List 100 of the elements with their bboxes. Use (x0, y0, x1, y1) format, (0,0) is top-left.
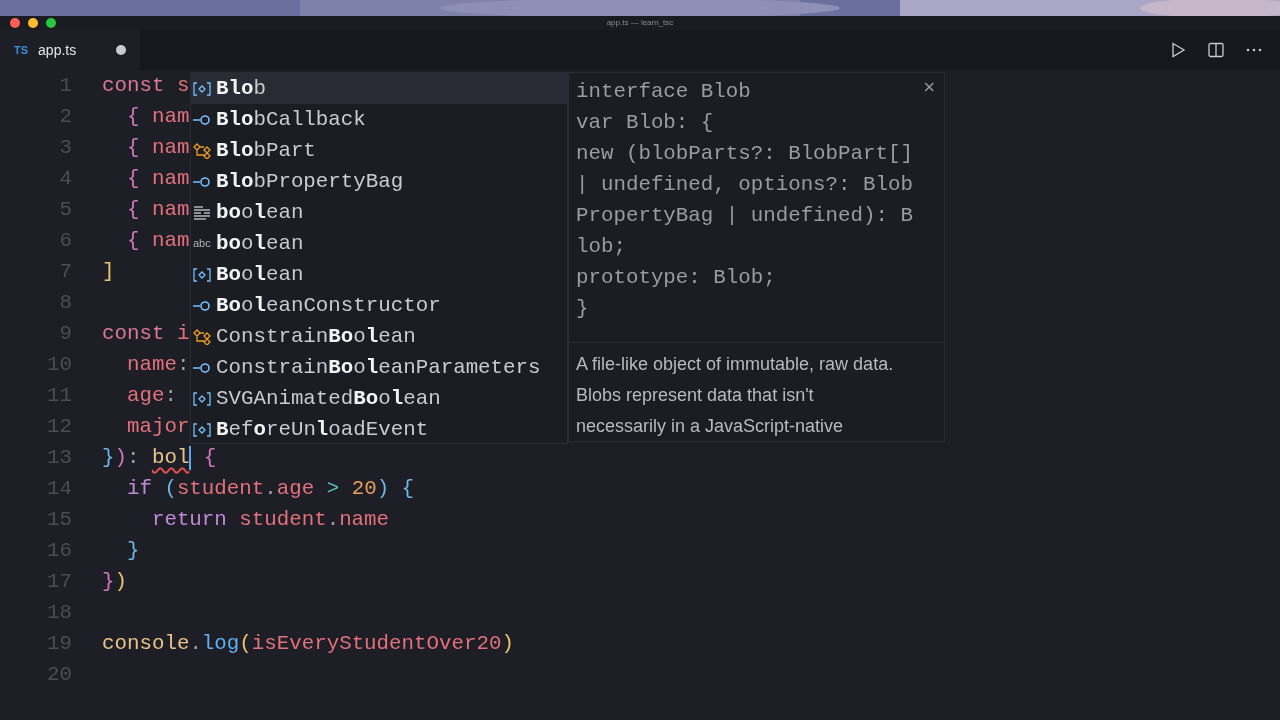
minimize-window-button[interactable] (28, 18, 38, 28)
code-token: { (125, 227, 140, 254)
suggestion-label: BlobCallback (216, 106, 366, 133)
code-token: log (201, 630, 240, 657)
code-token: nam (150, 165, 190, 192)
suggestion-label: ConstrainBoolean (216, 323, 416, 350)
suggestion-item[interactable]: BlobCallback (191, 104, 567, 135)
code-token: { (400, 475, 415, 502)
code-token: . (189, 630, 202, 657)
suggestion-label: ConstrainBooleanParameters (216, 354, 541, 381)
code-token: name (339, 506, 390, 533)
code-token: const (102, 72, 165, 99)
close-icon[interactable]: × (922, 75, 936, 99)
code-token: } (102, 568, 115, 595)
suggestion-item[interactable]: BlobPropertyBag (191, 166, 567, 197)
code-token: const (102, 320, 165, 347)
code-token: if (125, 475, 152, 502)
suggestion-item[interactable]: SVGAnimatedBoolean (191, 383, 567, 414)
zoom-window-button[interactable] (46, 18, 56, 28)
suggestion-item[interactable]: BooleanConstructor (191, 290, 567, 321)
suggestion-label: BeforeUnloadEvent (216, 416, 429, 443)
code-token: name (125, 351, 177, 378)
code-token: student (238, 506, 327, 533)
code-token: { (202, 444, 217, 471)
code-token: nam (150, 103, 190, 130)
code-token: bol (151, 444, 190, 471)
code-token: s (175, 72, 190, 99)
code-token: age (276, 475, 315, 502)
interface-icon (193, 300, 211, 311)
variable-icon (193, 391, 211, 406)
code-token: { (125, 196, 140, 223)
description-text: Blobs represent data that isn't (576, 385, 814, 405)
suggestion-item[interactable]: BlobPart (191, 135, 567, 166)
code-token: 20 (351, 475, 377, 502)
more-icon[interactable] (1246, 48, 1262, 52)
suggestion-item[interactable]: BeforeUnloadEvent (191, 414, 567, 443)
type-parameter-icon (193, 328, 211, 345)
code-token: ) (501, 630, 514, 657)
code-token: student (176, 475, 265, 502)
signature-line: PropertyBag | undefined): B (576, 204, 913, 227)
code-token: ) (114, 568, 127, 595)
code-token: nam (150, 134, 190, 161)
keyword-icon (193, 205, 211, 220)
suggestion-item[interactable]: ConstrainBoolean (191, 321, 567, 352)
signature-line: interface Blob (576, 80, 751, 103)
code-token: > (325, 475, 341, 502)
code-token: : (126, 444, 141, 471)
code-token: ] (102, 258, 115, 285)
code-token: major (125, 413, 190, 440)
signature-line: prototype: Blob; (576, 266, 776, 289)
code-token: ) (114, 444, 127, 471)
suggestion-label: BlobPropertyBag (216, 168, 404, 195)
suggestion-label: boolean (216, 230, 304, 257)
signature-line: lob; (576, 235, 626, 258)
split-editor-icon[interactable] (1208, 42, 1224, 58)
code-token: . (326, 506, 340, 533)
suggestion-label: BooleanConstructor (216, 292, 441, 319)
code-token: { (125, 165, 140, 192)
suggestion-item[interactable]: Boolean (191, 259, 567, 290)
suggestion-label: Boolean (216, 261, 304, 288)
variable-icon (193, 267, 211, 282)
code-token: : (176, 351, 190, 378)
interface-icon (193, 114, 211, 125)
tab-label: app.ts (38, 40, 77, 60)
suggestion-item[interactable]: boolean (191, 197, 567, 228)
suggestion-item[interactable]: abc boolean (191, 228, 567, 259)
code-token: ) (376, 475, 390, 502)
code-token: { (125, 134, 140, 161)
close-window-button[interactable] (10, 18, 20, 28)
code-token: { (125, 103, 140, 130)
type-parameter-icon (193, 142, 211, 159)
suggestion-label: SVGAnimatedBoolean (216, 385, 441, 412)
interface-icon (193, 362, 211, 373)
code-token: console (102, 630, 190, 657)
code-token: nam (150, 227, 190, 254)
suggestion-item[interactable]: ConstrainBooleanParameters (191, 352, 567, 383)
signature-line: | undefined, options?: Blob (576, 173, 913, 196)
code-token: . (264, 475, 277, 502)
window-title: app.ts — learn_tsc (606, 17, 674, 29)
code-token: } (102, 444, 115, 471)
code-token: i (175, 320, 190, 347)
typescript-icon: TS (14, 41, 29, 59)
code-token: : (164, 382, 177, 409)
description-text: A file-like object of immutable, raw data. (576, 354, 894, 374)
code-token: isEveryStudentOver20 (251, 630, 502, 657)
variable-icon (193, 422, 211, 437)
signature-line: new (blobParts?: BlobPart[] (576, 142, 913, 165)
code-token: nam (150, 196, 190, 223)
suggestion-label: BlobPart (216, 137, 316, 164)
editor-tab[interactable]: TS app.ts (0, 30, 140, 70)
description-text: necessarily in a JavaScript-native (576, 416, 844, 436)
suggestion-label: Blob (216, 75, 266, 102)
suggestion-item[interactable]: Blob (191, 73, 567, 104)
text-icon: abc (193, 238, 211, 249)
interface-icon (193, 176, 211, 187)
code-token: return (150, 506, 227, 533)
run-icon[interactable] (1170, 42, 1186, 58)
code-token: } (125, 537, 140, 564)
code-token: age (125, 382, 165, 409)
code-token: ( (239, 630, 252, 657)
